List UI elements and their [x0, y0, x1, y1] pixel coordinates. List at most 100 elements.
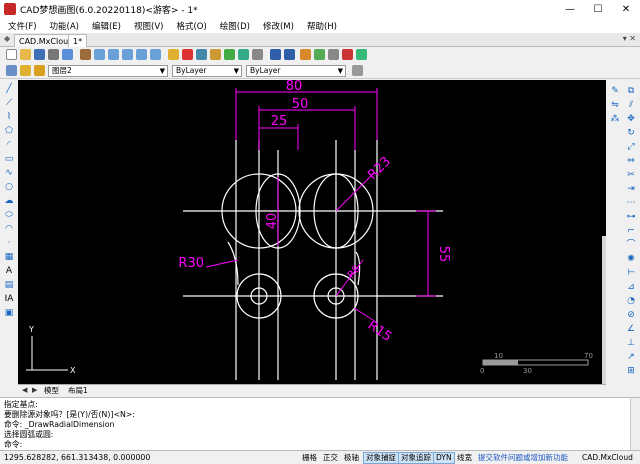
command-prompt[interactable]: 命令:	[4, 440, 22, 449]
mtext-icon[interactable]: IA	[4, 294, 14, 304]
array-icon[interactable]: ⁂	[610, 114, 620, 124]
drawing-canvas[interactable]: 80 50 25 40 55 R23 R30 R8 R15 Y X 10 70 …	[18, 80, 606, 384]
rotate-icon[interactable]: ↻	[626, 128, 636, 138]
fillet-icon[interactable]: ⌒	[626, 240, 636, 250]
join-icon[interactable]: ⊶	[626, 212, 636, 222]
extend-icon[interactable]: ⇥	[626, 184, 636, 194]
tab-controls[interactable]: ▾ ✕	[623, 34, 636, 43]
pan-icon[interactable]	[80, 49, 91, 60]
mirror-icon[interactable]: ⇋	[610, 100, 620, 110]
osnap-toggle[interactable]: 对象捕捉	[363, 452, 399, 464]
dim-radius-icon[interactable]: ◔	[626, 296, 636, 306]
construction-line-icon[interactable]: ⟋	[4, 98, 14, 108]
menu-help[interactable]: 帮助(H)	[307, 20, 337, 32]
command-scrollbar[interactable]	[630, 398, 640, 451]
block-icon[interactable]	[224, 49, 235, 60]
ellipse-arc-icon[interactable]: ◠	[4, 224, 14, 234]
menu-file[interactable]: 文件(F)	[8, 20, 37, 32]
copy-icon[interactable]	[196, 49, 207, 60]
paste-icon[interactable]	[210, 49, 221, 60]
rectangle-icon[interactable]: ▭	[4, 154, 14, 164]
polygon-icon[interactable]: ⬠	[4, 126, 14, 136]
menu-format[interactable]: 格式(O)	[176, 20, 206, 32]
insert-icon[interactable]	[238, 49, 249, 60]
tolerance-icon[interactable]: ⊞	[626, 366, 636, 376]
zoom-window-icon[interactable]	[122, 49, 133, 60]
settings-icon[interactable]	[328, 49, 339, 60]
erase-icon[interactable]: ✎	[610, 86, 620, 96]
match-properties-icon[interactable]	[168, 49, 179, 60]
tab-nav-prev[interactable]: ◀	[22, 385, 27, 396]
feedback-link[interactable]: 提交软件问题或增加新功能	[478, 451, 568, 464]
layer-select[interactable]: 图层2 ▼	[48, 65, 168, 77]
zoom-out-icon[interactable]	[108, 49, 119, 60]
circle-icon[interactable]: ○	[4, 182, 14, 192]
zoom-in-icon[interactable]	[94, 49, 105, 60]
menu-function[interactable]: 功能(A)	[50, 20, 79, 32]
revcloud-icon[interactable]: ☁	[4, 196, 14, 206]
trim-icon[interactable]: ✂	[626, 170, 636, 180]
dim-linear-icon[interactable]: ⊢	[626, 268, 636, 278]
chamfer-icon[interactable]: ⌐	[626, 226, 636, 236]
open-file-icon[interactable]	[20, 49, 31, 60]
text-icon[interactable]: A	[4, 266, 14, 276]
otrack-toggle[interactable]: 对象追踪	[398, 452, 434, 464]
measure-icon[interactable]	[300, 49, 311, 60]
dyn-toggle[interactable]: DYN	[433, 452, 455, 464]
close-button[interactable]: ✕	[612, 0, 640, 18]
break-icon[interactable]: ⋯	[626, 198, 636, 208]
zoom-previous-icon[interactable]	[150, 49, 161, 60]
lineweight-toggle[interactable]: 线宽	[455, 452, 474, 464]
dim-aligned-icon[interactable]: ⊿	[626, 282, 636, 292]
tab-drawing-1[interactable]: 1*	[68, 34, 88, 47]
pin-icon[interactable]: ◆	[4, 34, 10, 43]
zoom-extents-icon[interactable]	[136, 49, 147, 60]
polyline-icon[interactable]: ⌇	[4, 112, 14, 122]
arc-icon[interactable]: ◜	[4, 140, 14, 150]
linetype-select[interactable]: ByLayer ▼	[246, 65, 346, 77]
polar-toggle[interactable]: 极轴	[342, 452, 361, 464]
grid-toggle[interactable]: 栅格	[300, 452, 319, 464]
move-icon[interactable]: ✥	[626, 114, 636, 124]
print-icon[interactable]	[48, 49, 59, 60]
undo-icon[interactable]	[270, 49, 281, 60]
save-icon[interactable]	[34, 49, 45, 60]
layer-manager-icon[interactable]	[6, 65, 17, 76]
menu-edit[interactable]: 编辑(E)	[92, 20, 121, 32]
layer-freeze-icon[interactable]	[34, 65, 45, 76]
point-icon[interactable]: ·	[4, 238, 14, 248]
lineweight-icon[interactable]	[352, 65, 363, 76]
dim-ordinate-icon[interactable]: ⊥	[626, 338, 636, 348]
properties-icon[interactable]	[252, 49, 263, 60]
color-select[interactable]: ByLayer ▼	[172, 65, 242, 77]
menu-view[interactable]: 视图(V)	[134, 20, 163, 32]
spline-icon[interactable]: ∿	[4, 168, 14, 178]
redo-icon[interactable]	[284, 49, 295, 60]
explode-icon[interactable]: ✺	[626, 254, 636, 264]
dim-angular-icon[interactable]: ∠	[626, 324, 636, 334]
minimize-button[interactable]: —	[556, 0, 584, 18]
menu-modify[interactable]: 修改(M)	[263, 20, 294, 32]
new-file-icon[interactable]	[6, 49, 17, 60]
line-icon[interactable]: ╱	[4, 84, 14, 94]
command-window[interactable]: 指定基点: 要删除源对象吗？[是(Y)/否(N)]<N>: 命令: _DrawR…	[0, 397, 640, 451]
tab-layout1[interactable]: 布局1	[68, 385, 88, 396]
tab-nav-next[interactable]: ▶	[32, 385, 37, 396]
layer-state-icon[interactable]	[314, 49, 325, 60]
copy-object-icon[interactable]: ⧉	[626, 86, 636, 96]
cut-icon[interactable]	[182, 49, 193, 60]
table-icon[interactable]: ▤	[4, 280, 14, 290]
dim-diameter-icon[interactable]: ⊘	[626, 310, 636, 320]
stretch-icon[interactable]: ⇔	[626, 156, 636, 166]
hatch-icon[interactable]: ▦	[4, 252, 14, 262]
maximize-button[interactable]: ☐	[584, 0, 612, 18]
layer-on-icon[interactable]	[20, 65, 31, 76]
leader-icon[interactable]: ↗	[626, 352, 636, 362]
ellipse-icon[interactable]: ⬭	[4, 210, 14, 220]
offset-icon[interactable]: ⫽	[626, 100, 636, 110]
cloud-icon[interactable]	[356, 49, 367, 60]
tab-model[interactable]: 模型	[44, 385, 59, 396]
menu-draw[interactable]: 绘图(D)	[220, 20, 250, 32]
ortho-toggle[interactable]: 正交	[321, 452, 340, 464]
pdf-icon[interactable]	[342, 49, 353, 60]
